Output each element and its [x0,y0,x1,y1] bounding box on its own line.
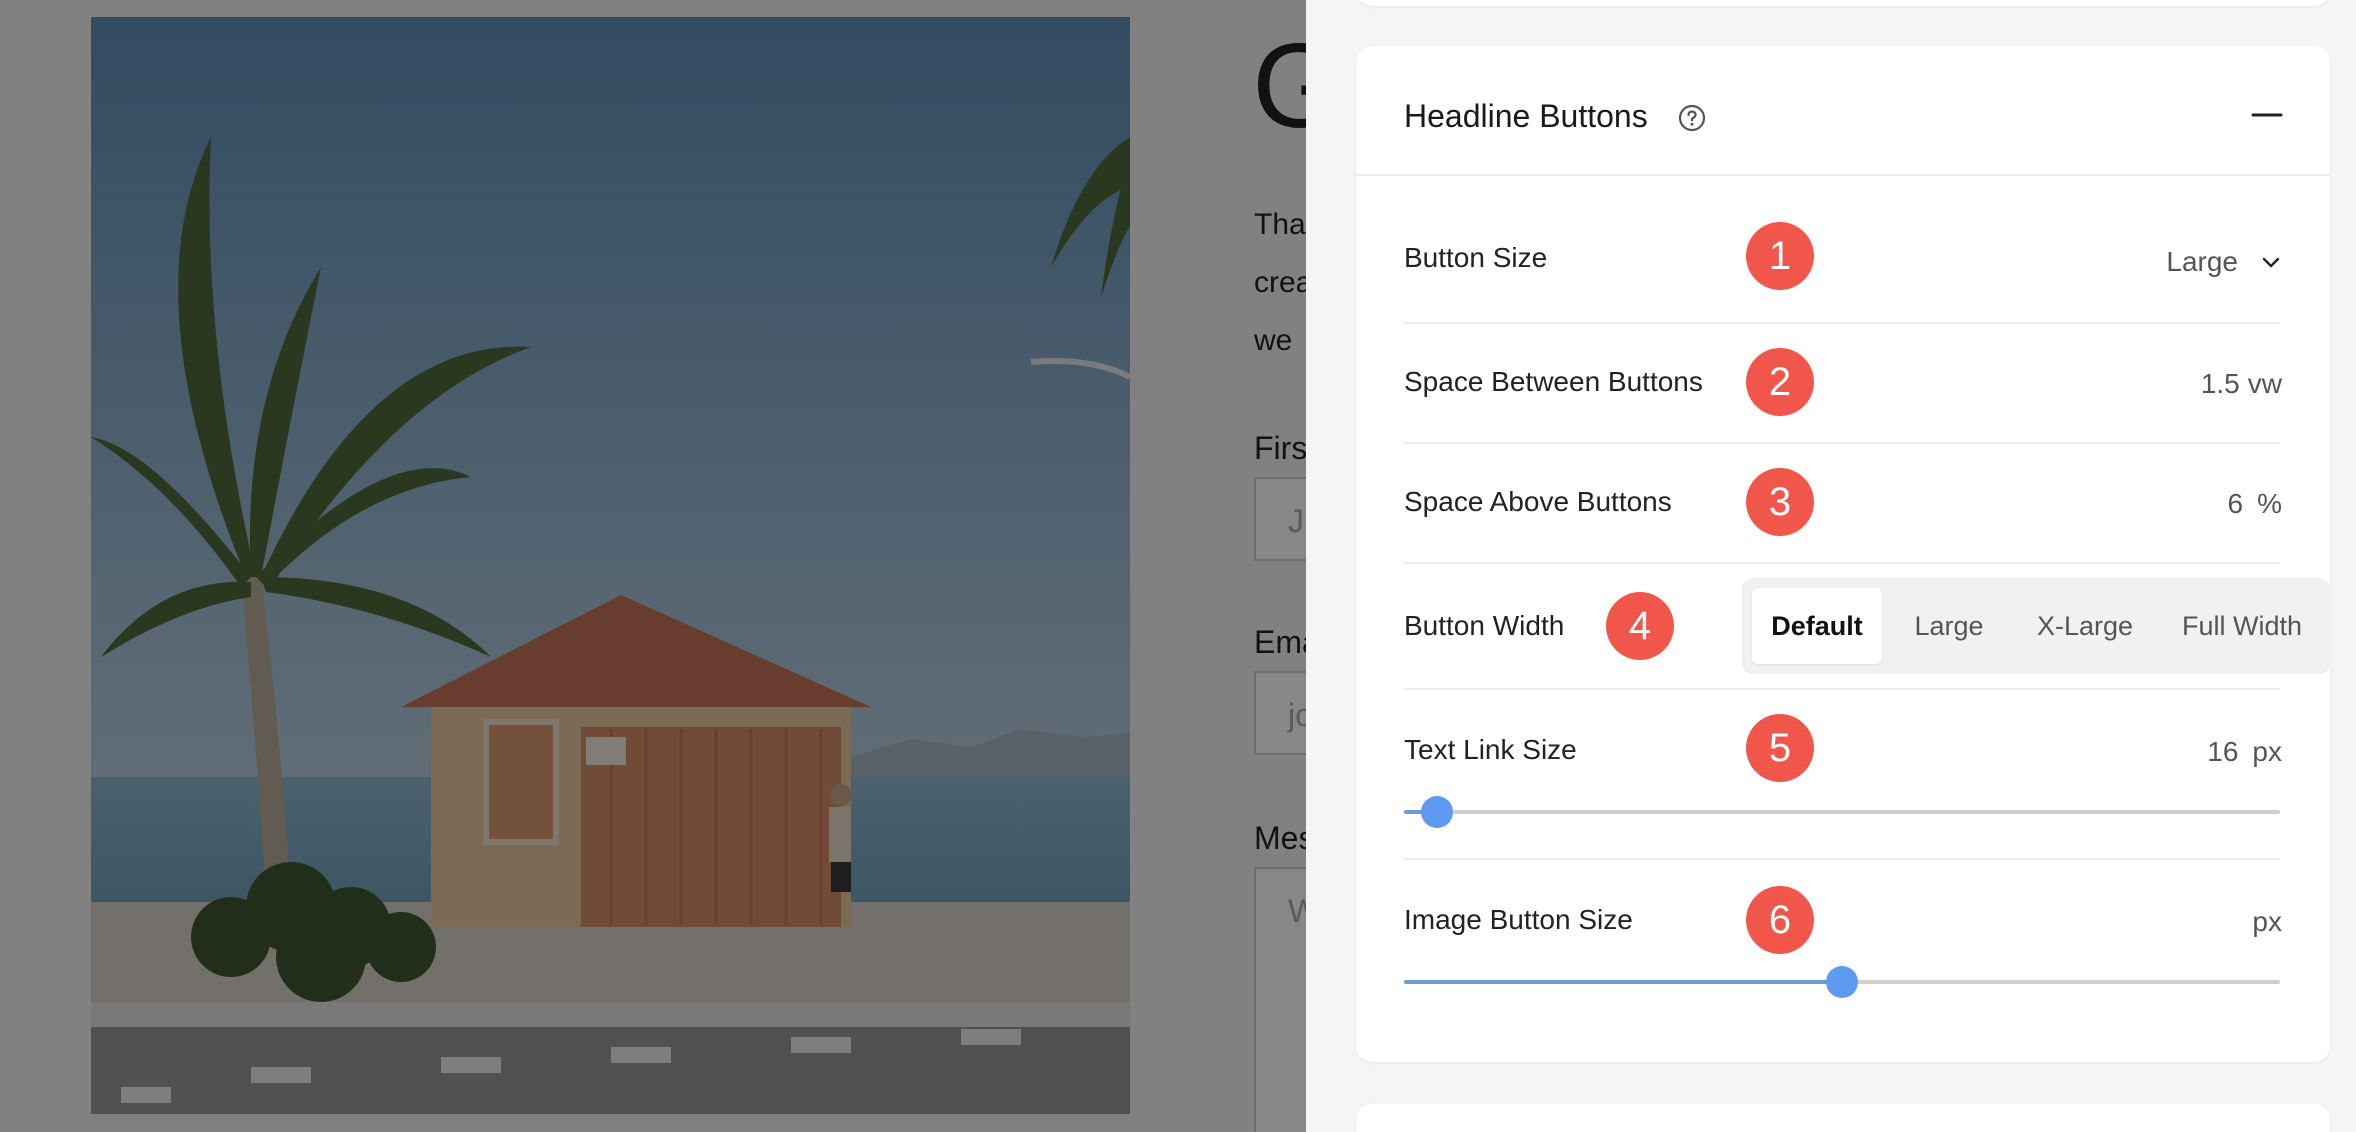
button-width-option-x-large[interactable]: X-Large [2014,588,2156,664]
button-size-value: Large [2166,246,2238,277]
slider-thumb[interactable] [1421,796,1454,828]
text-link-size-value: 16 [2207,736,2239,767]
text-link-size-input[interactable]: 16 px [2207,738,2282,766]
website-preview: G Tha crea we Firs J Ema jo Mes W [0,0,1306,1132]
previous-section-card [1356,0,2330,6]
space-above-buttons-label: Space Above Buttons [1404,486,1672,517]
space-above-buttons-unit: % [2257,488,2282,519]
button-width-option-large[interactable]: Large [1890,588,2008,664]
minus-icon[interactable] [2250,98,2284,132]
row-divider [1404,562,2280,564]
space-above-buttons-input[interactable]: 6% [2228,490,2282,518]
next-section-card [1356,1104,2330,1132]
button-size-select[interactable]: Large [2166,244,2282,280]
question-circle-icon[interactable] [1678,104,1706,132]
slider-fill [1404,980,1842,984]
headline-buttons-section: Headline Buttons Button Size 1 Large Spa… [1356,46,2330,1062]
button-width-label: Button Width [1404,610,1565,641]
section-title: Headline Buttons [1404,98,1648,134]
step-badge-6: 6 [1746,886,1814,954]
space-between-buttons-label: Space Between Buttons [1404,366,1703,397]
button-width-segmented-control: Default Large X-Large Full Width [1742,578,2330,674]
space-between-buttons-input[interactable]: 1.5 vw [2201,370,2282,398]
image-button-size-label: Image Button Size [1404,904,1633,935]
space-above-buttons-value: 6 [2227,488,2244,519]
row-divider [1404,322,2280,324]
button-width-option-default[interactable]: Default [1752,588,1882,664]
section-header[interactable]: Headline Buttons [1356,46,2330,176]
row-divider [1404,858,2280,860]
chevron-down-icon [2262,257,2280,268]
text-link-size-unit: px [2252,736,2282,767]
row-divider [1404,688,2280,690]
image-button-size-unit: px [2252,906,2282,937]
preview-dim-overlay [0,0,1306,1132]
text-link-size-slider[interactable] [1404,794,2280,830]
step-badge-5: 5 [1746,714,1814,782]
settings-panel: Headline Buttons Button Size 1 Large Spa… [1306,0,2356,1132]
step-badge-2: 2 [1746,348,1814,416]
row-divider [1404,442,2280,444]
slider-track [1404,810,2280,814]
image-button-size-input[interactable]: px [2238,908,2282,936]
slider-thumb[interactable] [1826,966,1858,998]
step-badge-1: 1 [1746,222,1814,290]
button-size-label: Button Size [1404,242,1548,273]
image-button-size-slider[interactable] [1404,964,2280,1000]
step-badge-3: 3 [1746,468,1814,536]
space-between-buttons-unit: vw [2247,368,2282,399]
button-width-option-full-width[interactable]: Full Width [2162,588,2322,664]
text-link-size-label: Text Link Size [1404,734,1577,765]
step-badge-4: 4 [1606,592,1674,660]
space-between-buttons-value: 1.5 [2200,368,2240,399]
